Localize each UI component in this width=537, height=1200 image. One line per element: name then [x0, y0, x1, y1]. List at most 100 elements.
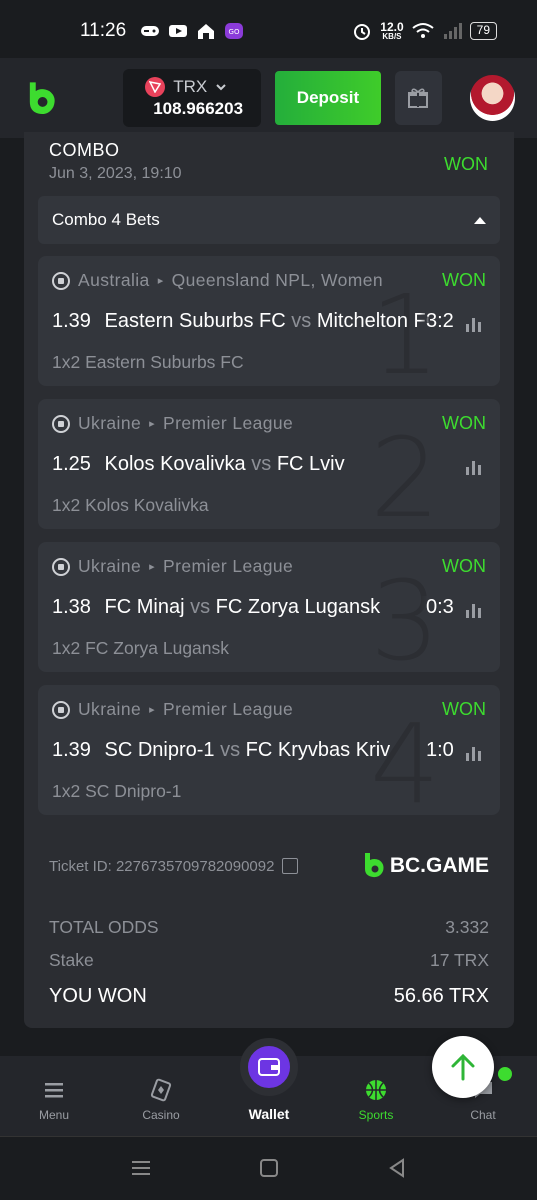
bet-odds: 1.38	[52, 596, 91, 618]
system-indicators: 12.0 KB/S 79	[352, 21, 497, 41]
bet-index: 4	[370, 700, 440, 815]
stats-icon[interactable]	[466, 745, 484, 761]
total-odds-row: TOTAL ODDS 3.332	[49, 916, 489, 937]
bet-index: 3	[370, 557, 440, 672]
gift-button[interactable]	[394, 71, 442, 125]
match-score: 3:2	[420, 310, 454, 333]
chevron-right-icon: ▸	[149, 561, 156, 573]
bc-game-brand: BC.GAME	[362, 852, 489, 880]
nav-sports[interactable]: Sports	[336, 1056, 416, 1136]
recent-apps-icon[interactable]	[130, 1157, 152, 1179]
game-controller-icon	[141, 26, 160, 36]
vs-label: vs	[190, 596, 211, 618]
total-odds-value: 3.332	[445, 916, 489, 937]
home-team: Kolos Kovalivka	[104, 453, 246, 475]
menu-icon	[45, 1083, 63, 1098]
bet-league: Ukraine ▸ Premier League	[52, 413, 422, 434]
bet-item[interactable]: 1 Australia ▸ Queensland NPL, Women WON …	[38, 256, 500, 386]
chevron-right-icon: ▸	[149, 418, 156, 430]
gift-icon	[408, 88, 429, 108]
bc-logo-icon[interactable]	[22, 78, 61, 118]
clock: 11:26	[80, 20, 127, 41]
chevron-down-icon	[216, 84, 226, 91]
network-speed: 12.0 KB/S	[380, 20, 404, 41]
back-icon[interactable]	[386, 1157, 408, 1179]
stats-icon[interactable]	[466, 316, 484, 332]
ticket-id: Ticket ID: 2276735709782090092	[49, 858, 299, 875]
casino-icon	[150, 1078, 172, 1102]
chevron-right-icon: ▸	[157, 275, 164, 287]
bet-item[interactable]: 4 Ukraine ▸ Premier League WON 1.39 SC D…	[38, 685, 500, 815]
bet-odds: 1.39	[52, 739, 91, 761]
home-team: SC Dnipro-1	[104, 739, 215, 761]
deposit-button[interactable]: Deposit	[275, 71, 381, 125]
stake-row: Stake 17 TRX	[49, 949, 489, 970]
nav-wallet[interactable]: Wallet	[229, 1056, 309, 1136]
won-value: 56.66 TRX	[393, 984, 489, 1007]
collapse-arrow-icon	[474, 216, 486, 224]
home-icon[interactable]	[258, 1157, 280, 1179]
bet-status-badge: WON	[442, 270, 486, 290]
away-team: FC Kryvbas Kriv	[245, 739, 391, 761]
balance-amount: 108.966203	[153, 99, 244, 118]
copy-icon[interactable]	[282, 858, 299, 874]
stake-value: 17 TRX	[429, 949, 489, 970]
combo-title: COMBO	[49, 140, 120, 160]
bet-match: 1.38 FC Minaj vs FC Zorya Lugansk	[52, 596, 450, 619]
bet-status-badge: WON	[442, 556, 486, 576]
bet-pick: 1x2 FC Zorya Lugansk	[52, 638, 230, 658]
combo-date: Jun 3, 2023, 19:10	[49, 165, 182, 182]
bet-item[interactable]: 3 Ukraine ▸ Premier League WON 1.38 FC M…	[38, 542, 500, 672]
combo-header: COMBO Jun 3, 2023, 19:10	[49, 140, 182, 183]
home-app-icon	[198, 24, 215, 39]
bet-league: Australia ▸ Queensland NPL, Women	[52, 270, 422, 291]
nav-casino[interactable]: Casino	[121, 1056, 201, 1136]
home-team: Eastern Suburbs FC	[104, 310, 286, 332]
trx-icon	[145, 77, 166, 97]
status-bar: 11:26 GO 12.0 KB/S 79	[0, 0, 537, 62]
stats-icon[interactable]	[466, 459, 484, 475]
avatar[interactable]	[469, 75, 516, 121]
arrow-up-icon	[451, 1053, 475, 1081]
won-row: YOU WON 56.66 TRX	[49, 984, 489, 1007]
signal-icon	[443, 23, 462, 39]
currency-code: TRX	[173, 77, 208, 96]
bet-pick: 1x2 SC Dnipro-1	[52, 781, 182, 801]
bet-index: 1	[370, 271, 440, 386]
currency-balance-selector[interactable]: TRX 108.966203	[123, 69, 262, 127]
youtube-icon	[169, 25, 188, 37]
totals-section: TOTAL ODDS 3.332 Stake 17 TRX YOU WON 56…	[49, 910, 489, 1016]
away-team: FC Zorya Lugansk	[215, 596, 381, 618]
bet-status-badge: WON	[442, 413, 486, 433]
bet-detail-card: COMBO Jun 3, 2023, 19:10 WON Combo 4 Bet…	[24, 132, 514, 1028]
nav-menu[interactable]: Menu	[14, 1056, 94, 1136]
bet-item[interactable]: 2 Ukraine ▸ Premier League WON 1.25 Kolo…	[38, 399, 500, 529]
basketball-icon	[366, 1080, 386, 1100]
bet-match: 1.39 Eastern Suburbs FC vs Mitchelton FC	[52, 310, 450, 333]
bet-pick: 1x2 Eastern Suburbs FC	[52, 352, 244, 372]
top-bar: TRX 108.966203 Deposit	[0, 58, 537, 138]
combo-toggle-label: Combo 4 Bets	[52, 210, 160, 229]
combo-bets-toggle[interactable]: Combo 4 Bets	[38, 196, 500, 244]
vs-label: vs	[220, 739, 241, 761]
stats-icon[interactable]	[466, 602, 484, 618]
game-app-icon: GO	[225, 23, 244, 39]
soccer-ball-icon	[52, 271, 70, 290]
wifi-icon	[412, 23, 434, 38]
system-nav-bar	[0, 1136, 537, 1200]
alarm-icon	[354, 24, 371, 40]
bet-pick: 1x2 Kolos Kovalivka	[52, 495, 209, 515]
bet-odds: 1.25	[52, 453, 91, 475]
soccer-ball-icon	[52, 414, 70, 433]
scroll-to-top-button[interactable]	[432, 1036, 494, 1098]
combo-status-badge: WON	[444, 154, 488, 174]
vs-label: vs	[291, 310, 312, 332]
match-score: 0:3	[420, 596, 454, 619]
bet-odds: 1.39	[52, 310, 91, 332]
home-team: FC Minaj	[104, 596, 185, 618]
bc-logo-icon	[364, 853, 384, 878]
away-team: FC Lviv	[276, 453, 345, 475]
bet-match: 1.39 SC Dnipro-1 vs FC Kryvbas Kriv	[52, 739, 450, 762]
bet-league: Ukraine ▸ Premier League	[52, 699, 422, 720]
battery-indicator: 79	[469, 22, 497, 40]
